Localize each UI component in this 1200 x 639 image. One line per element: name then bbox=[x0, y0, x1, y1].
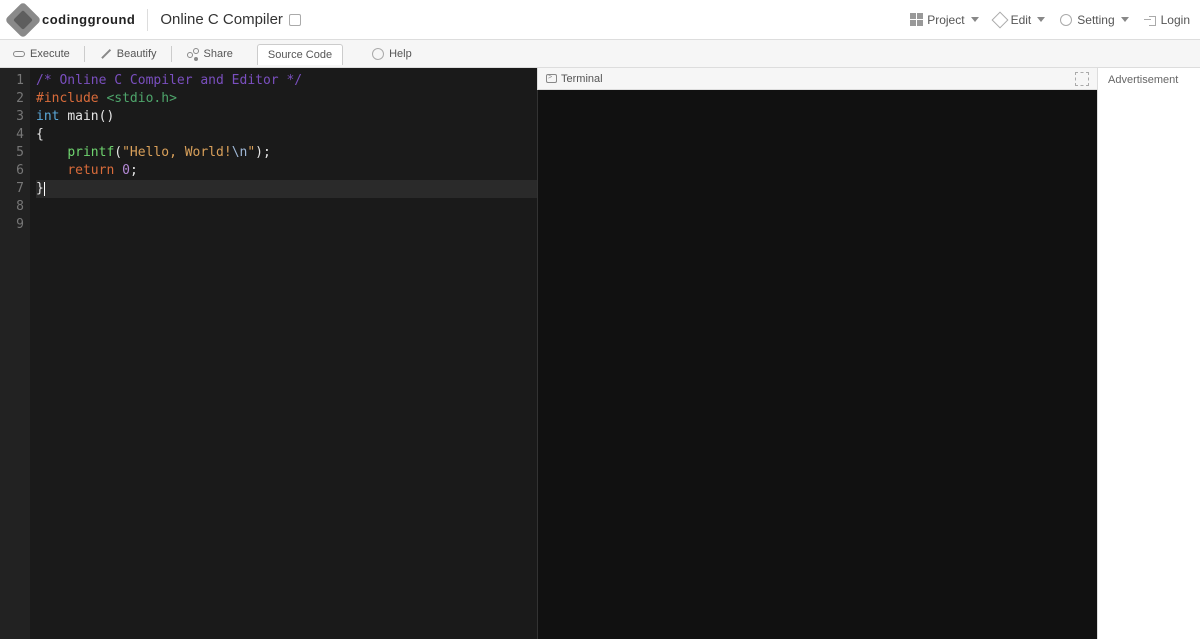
source-tab-label: Source Code bbox=[268, 49, 332, 61]
line-gutter: 123456789 bbox=[0, 68, 30, 639]
brand-logo[interactable]: codingground bbox=[10, 7, 135, 33]
edit-label: Edit bbox=[1011, 13, 1032, 27]
code-line[interactable]: } bbox=[36, 180, 537, 198]
share-icon bbox=[186, 47, 200, 61]
code-editor[interactable]: 123456789 /* Online C Compiler and Edito… bbox=[0, 68, 537, 639]
share-button[interactable]: Share bbox=[180, 44, 239, 64]
execute-label: Execute bbox=[30, 48, 70, 60]
beautify-button[interactable]: Beautify bbox=[93, 44, 163, 64]
setting-menu[interactable]: Setting bbox=[1059, 13, 1128, 27]
project-menu[interactable]: Project bbox=[909, 13, 978, 27]
project-label: Project bbox=[927, 13, 964, 27]
edit-menu[interactable]: Edit bbox=[993, 13, 1046, 27]
code-line[interactable]: { bbox=[36, 126, 537, 144]
terminal-pane: Terminal bbox=[537, 68, 1097, 639]
separator bbox=[84, 46, 85, 62]
header-left: codingground Online C Compiler bbox=[10, 7, 301, 33]
fullscreen-icon[interactable] bbox=[1075, 72, 1089, 86]
terminal-icon bbox=[546, 74, 557, 83]
line-number: 3 bbox=[0, 108, 24, 126]
page-title-text: Online C Compiler bbox=[160, 11, 283, 28]
line-number: 1 bbox=[0, 72, 24, 90]
chevron-down-icon bbox=[971, 17, 979, 22]
share-label: Share bbox=[204, 48, 233, 60]
logo-icon bbox=[5, 1, 42, 38]
gear-icon bbox=[1059, 13, 1073, 27]
login-icon bbox=[1143, 13, 1157, 27]
editor-toolbar: Execute Beautify Share Source Code Help bbox=[0, 40, 1200, 68]
header-right: Project Edit Setting Login bbox=[909, 13, 1190, 27]
code-line[interactable]: return 0; bbox=[36, 162, 537, 180]
beautify-label: Beautify bbox=[117, 48, 157, 60]
link-icon bbox=[12, 47, 26, 61]
advertisement-panel: Advertisement bbox=[1097, 68, 1200, 639]
execute-button[interactable]: Execute bbox=[6, 44, 76, 64]
page-title: Online C Compiler bbox=[160, 11, 301, 28]
terminal-header: Terminal bbox=[537, 68, 1097, 90]
line-number: 8 bbox=[0, 198, 24, 216]
line-number: 7 bbox=[0, 180, 24, 198]
source-code-tab[interactable]: Source Code bbox=[257, 44, 343, 65]
line-number: 4 bbox=[0, 126, 24, 144]
separator bbox=[171, 46, 172, 62]
setting-label: Setting bbox=[1077, 13, 1114, 27]
login-label: Login bbox=[1161, 13, 1190, 27]
code-line[interactable]: #include <stdio.h> bbox=[36, 90, 537, 108]
code-line[interactable]: int main() bbox=[36, 108, 537, 126]
code-area[interactable]: /* Online C Compiler and Editor */#inclu… bbox=[30, 68, 537, 639]
wand-icon bbox=[99, 47, 113, 61]
help-button[interactable]: Help bbox=[365, 44, 418, 64]
chevron-down-icon bbox=[1121, 17, 1129, 22]
terminal-output[interactable] bbox=[537, 90, 1097, 639]
login-button[interactable]: Login bbox=[1143, 13, 1190, 27]
chevron-down-icon bbox=[1037, 17, 1045, 22]
ad-label: Advertisement bbox=[1108, 74, 1178, 86]
terminal-label: Terminal bbox=[561, 73, 603, 85]
help-label: Help bbox=[389, 48, 412, 60]
app-header: codingground Online C Compiler Project E… bbox=[0, 0, 1200, 40]
line-number: 2 bbox=[0, 90, 24, 108]
external-link-icon[interactable] bbox=[289, 14, 301, 26]
help-icon bbox=[371, 47, 385, 61]
divider bbox=[147, 9, 148, 31]
text-cursor bbox=[44, 182, 45, 196]
code-line[interactable]: /* Online C Compiler and Editor */ bbox=[36, 72, 537, 90]
code-line[interactable]: printf("Hello, World!\n"); bbox=[36, 144, 537, 162]
line-number: 6 bbox=[0, 162, 24, 180]
edit-icon bbox=[993, 13, 1007, 27]
line-number: 9 bbox=[0, 216, 24, 234]
project-icon bbox=[909, 13, 923, 27]
line-number: 5 bbox=[0, 144, 24, 162]
main-area: 123456789 /* Online C Compiler and Edito… bbox=[0, 68, 1200, 639]
brand-name: codingground bbox=[42, 12, 135, 27]
